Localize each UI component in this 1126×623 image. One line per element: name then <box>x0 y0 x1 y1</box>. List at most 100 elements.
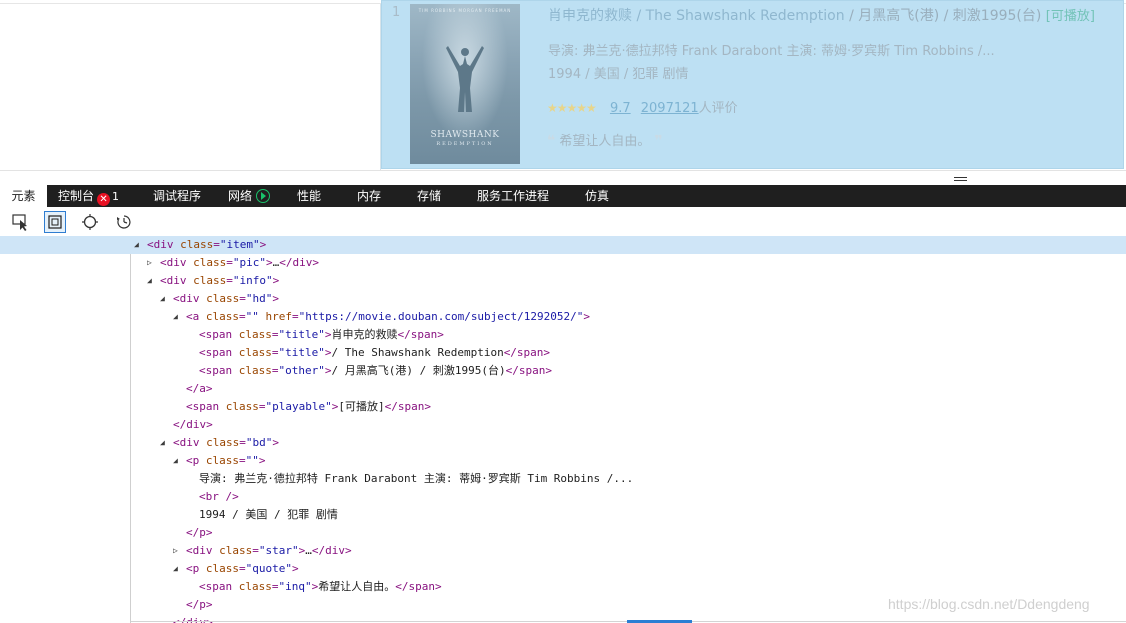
text-node[interactable]: [可播放] <box>338 400 384 413</box>
attr-value[interactable]: bd <box>253 436 266 449</box>
select-element-icon[interactable] <box>10 211 32 233</box>
dom-node-p[interactable]: ◢ <p class=""> <box>0 452 1126 470</box>
tag-name: span <box>205 328 233 341</box>
dom-node-span-title[interactable]: <span class="title">/ The Shawshank Rede… <box>0 344 1126 362</box>
text-node[interactable]: 肖申克的救赎 <box>332 328 398 341</box>
highlight-box-icon[interactable] <box>44 211 66 233</box>
tab-elements[interactable]: 元素 <box>0 185 47 207</box>
color-picker-icon[interactable] <box>79 211 101 233</box>
attr-value[interactable]: star <box>266 544 293 557</box>
expand-arrow-icon[interactable]: ◢ <box>147 272 152 290</box>
dom-close-a[interactable]: </a> <box>0 380 1126 398</box>
dom-node-span-title[interactable]: <span class="title">肖申克的救赎</span> <box>0 326 1126 344</box>
attr-value-href[interactable]: https://movie.douban.com/subject/1292052… <box>305 310 577 323</box>
movie-other-titles[interactable]: / 月黑高飞(港) / 刺激1995(台) <box>845 8 1041 24</box>
attr-value[interactable]: title <box>285 346 318 359</box>
dom-node-bd[interactable]: ◢ <div class="bd"> <box>0 434 1126 452</box>
attr-value[interactable]: item <box>227 238 254 251</box>
vote-suffix: 人评价 <box>698 101 738 116</box>
dom-close-p[interactable]: </p> <box>0 524 1126 542</box>
dom-node-quote[interactable]: ◢ <p class="quote"> <box>0 560 1126 578</box>
collapsed-ellipsis[interactable]: … <box>305 544 312 557</box>
attr-name: class <box>193 274 227 287</box>
dom-node-pic[interactable]: ▷ <div class="pic">…</div> <box>0 254 1126 272</box>
attr-name: class <box>193 256 227 269</box>
text-node[interactable]: / The Shawshank Redemption <box>332 346 504 359</box>
text-node[interactable]: 1994 / 美国 / 犯罪 剧情 <box>199 506 338 524</box>
dom-node-br[interactable]: <br /> <box>0 488 1126 506</box>
tab-service-workers[interactable]: 服务工作进程 <box>477 185 549 207</box>
expand-arrow-icon[interactable]: ◢ <box>173 452 178 470</box>
attr-value[interactable]: inq <box>285 580 305 593</box>
expand-arrow-icon[interactable]: ◢ <box>134 236 139 254</box>
web-page-preview: 1 TIM ROBBINS MORGAN FREEMAN SHAWSHANK R… <box>0 0 1126 176</box>
dom-text-credits[interactable]: 导演: 弗兰克·德拉邦特 Frank Darabont 主演: 蒂姆·罗宾斯 T… <box>0 470 1126 488</box>
tab-storage[interactable]: 存储 <box>417 185 441 207</box>
tag-name: div <box>179 292 200 305</box>
text-node[interactable]: / 月黑高飞(港) / 刺激1995(台) <box>332 364 506 377</box>
dom-node-span-inq[interactable]: <span class="inq">希望让人自由。</span> <box>0 578 1126 596</box>
elements-toolbar <box>0 207 1126 237</box>
dom-node-a[interactable]: ◢ <a class="" href="https://movie.douban… <box>0 308 1126 326</box>
tag-name: div <box>166 274 187 287</box>
dom-close-div[interactable]: </div> <box>0 416 1126 434</box>
vote-count[interactable]: 2097121 <box>641 101 699 116</box>
movie-poster[interactable]: TIM ROBBINS MORGAN FREEMAN SHAWSHANK RED… <box>410 4 520 164</box>
dom-node-star[interactable]: ▷ <div class="star">…</div> <box>0 542 1126 560</box>
tab-network[interactable]: 网络 <box>228 185 271 207</box>
closing-tag: </p> <box>186 526 213 539</box>
quote-text: 希望让人自由。 <box>559 134 651 149</box>
expand-arrow-icon[interactable]: ◢ <box>160 434 165 452</box>
tag-name: div <box>153 238 174 251</box>
tab-console[interactable]: 控制台 ✕ 1 <box>58 185 119 207</box>
tab-memory[interactable]: 内存 <box>357 185 381 207</box>
movie-title-cn[interactable]: 肖申克的救赎 <box>548 8 632 24</box>
closing-tag: </div> <box>173 418 213 431</box>
tag-name: p <box>192 562 200 575</box>
attr-value[interactable]: pic <box>240 256 260 269</box>
collapse-arrow-icon[interactable]: ▷ <box>147 254 152 272</box>
attr-name: class <box>225 400 259 413</box>
expand-arrow-icon[interactable]: ◢ <box>160 290 165 308</box>
attr-value[interactable]: other <box>285 364 318 377</box>
movie-meta: 1994 / 美国 / 犯罪 剧情 <box>548 67 689 82</box>
tag-name: p <box>192 454 200 467</box>
playable-badge[interactable]: [可播放] <box>1046 9 1095 24</box>
attr-name: class <box>206 436 240 449</box>
attr-name: class <box>219 544 253 557</box>
tab-emulation[interactable]: 仿真 <box>585 185 609 207</box>
text-node[interactable]: 希望让人自由。 <box>318 580 395 593</box>
collapse-arrow-icon[interactable]: ▷ <box>173 542 178 560</box>
attr-value[interactable]: playable <box>272 400 325 413</box>
tab-debugger[interactable]: 调试程序 <box>153 185 201 207</box>
dom-node-hd[interactable]: ◢ <div class="hd"> <box>0 290 1126 308</box>
attr-value[interactable]: title <box>285 328 318 341</box>
attr-value[interactable]: info <box>240 274 267 287</box>
closing-tag: </a> <box>186 382 213 395</box>
tag-name: span <box>205 364 233 377</box>
rating-score[interactable]: 9.7 <box>610 101 631 116</box>
dom-node-span-playable[interactable]: <span class="playable">[可播放]</span> <box>0 398 1126 416</box>
tag-name: div <box>166 256 187 269</box>
attr-value[interactable]: hd <box>253 292 266 305</box>
attr-name: class <box>238 580 272 593</box>
attr-name: class <box>205 310 239 323</box>
poster-title: SHAWSHANK <box>430 130 500 140</box>
dom-node-info[interactable]: ◢ <div class="info"> <box>0 272 1126 290</box>
movie-title-en[interactable]: / The Shawshank Redemption <box>632 8 844 24</box>
attr-value[interactable]: quote <box>252 562 285 575</box>
tag-name: span <box>205 346 233 359</box>
expand-arrow-icon[interactable]: ◢ <box>173 560 178 578</box>
text-node[interactable]: 导演: 弗兰克·德拉邦特 Frank Darabont 主演: 蒂姆·罗宾斯 T… <box>199 470 633 488</box>
tab-performance[interactable]: 性能 <box>297 185 321 207</box>
tab-network-label: 网络 <box>228 189 253 203</box>
layout-timer-icon[interactable] <box>113 211 135 233</box>
dom-node-span-other[interactable]: <span class="other">/ 月黑高飞(港) / 刺激1995(台… <box>0 362 1126 380</box>
expand-arrow-icon[interactable]: ◢ <box>173 308 178 326</box>
dom-node-item[interactable]: ◢ <div class="item"> <box>0 236 1126 254</box>
attr-name: class <box>205 562 239 575</box>
dom-text-meta[interactable]: 1994 / 美国 / 犯罪 剧情 <box>0 506 1126 524</box>
tag-name: span <box>205 580 233 593</box>
drag-handle-icon[interactable] <box>954 177 967 182</box>
tag-name: div <box>192 544 213 557</box>
